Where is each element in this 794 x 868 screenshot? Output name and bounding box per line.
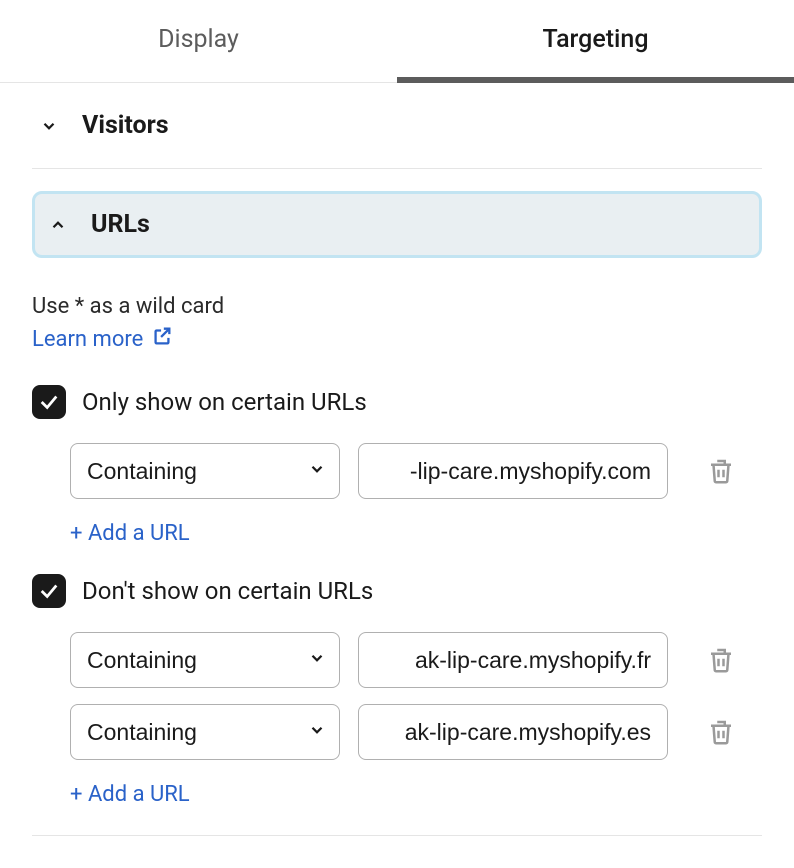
check-icon <box>38 391 60 413</box>
dont-show-group: Don't show on certain URLs Containing <box>32 574 762 807</box>
chevron-down-icon <box>40 117 58 135</box>
accordion-visitors-title: Visitors <box>82 111 169 140</box>
only-show-match-select-wrap: Containing <box>70 443 340 499</box>
learn-more-link[interactable]: Learn more <box>32 325 173 353</box>
dont-show-match-select-0[interactable]: Containing <box>70 632 340 688</box>
dont-show-match-select-wrap: Containing <box>70 632 340 688</box>
only-show-checkbox[interactable] <box>32 385 66 419</box>
accordion-urls-title: URLs <box>91 210 150 239</box>
dont-show-url-input-0[interactable] <box>358 632 668 688</box>
check-icon <box>38 580 60 602</box>
accordion-visitors[interactable]: Visitors <box>32 83 762 169</box>
only-show-check-row: Only show on certain URLs <box>32 385 762 419</box>
delete-button[interactable] <box>706 717 736 747</box>
dont-show-rule-row-1: Containing <box>32 704 762 760</box>
trash-icon <box>706 717 736 747</box>
dont-show-rule-row-0: Containing <box>32 632 762 688</box>
dont-show-match-select-1[interactable]: Containing <box>70 704 340 760</box>
dont-show-url-input-1[interactable] <box>358 704 668 760</box>
dont-show-match-select-wrap: Containing <box>70 704 340 760</box>
dont-show-label: Don't show on certain URLs <box>82 577 373 605</box>
tab-targeting[interactable]: Targeting <box>397 0 794 82</box>
only-show-group: Only show on certain URLs Containing + A… <box>32 385 762 546</box>
tab-display[interactable]: Display <box>0 0 397 82</box>
only-show-rule-row: Containing <box>32 443 762 499</box>
only-show-url-input[interactable] <box>358 443 668 499</box>
external-link-icon <box>151 325 173 353</box>
dont-show-check-row: Don't show on certain URLs <box>32 574 762 608</box>
divider <box>32 835 762 836</box>
wildcard-hint: Use * as a wild card <box>32 294 762 319</box>
only-show-match-select[interactable]: Containing <box>70 443 340 499</box>
only-show-label: Only show on certain URLs <box>82 388 367 416</box>
chevron-up-icon <box>49 216 67 234</box>
delete-button[interactable] <box>706 456 736 486</box>
tab-bar: Display Targeting <box>0 0 794 83</box>
accordion-urls[interactable]: URLs <box>32 191 762 258</box>
learn-more-label: Learn more <box>32 327 143 352</box>
urls-body: Use * as a wild card Learn more Only sho… <box>32 258 762 836</box>
trash-icon <box>706 456 736 486</box>
trash-icon <box>706 645 736 675</box>
only-show-add-url[interactable]: + Add a URL <box>32 521 190 546</box>
delete-button[interactable] <box>706 645 736 675</box>
dont-show-add-url[interactable]: + Add a URL <box>32 782 190 807</box>
dont-show-checkbox[interactable] <box>32 574 66 608</box>
targeting-panel: Visitors URLs Use * as a wild card Learn… <box>0 83 794 866</box>
